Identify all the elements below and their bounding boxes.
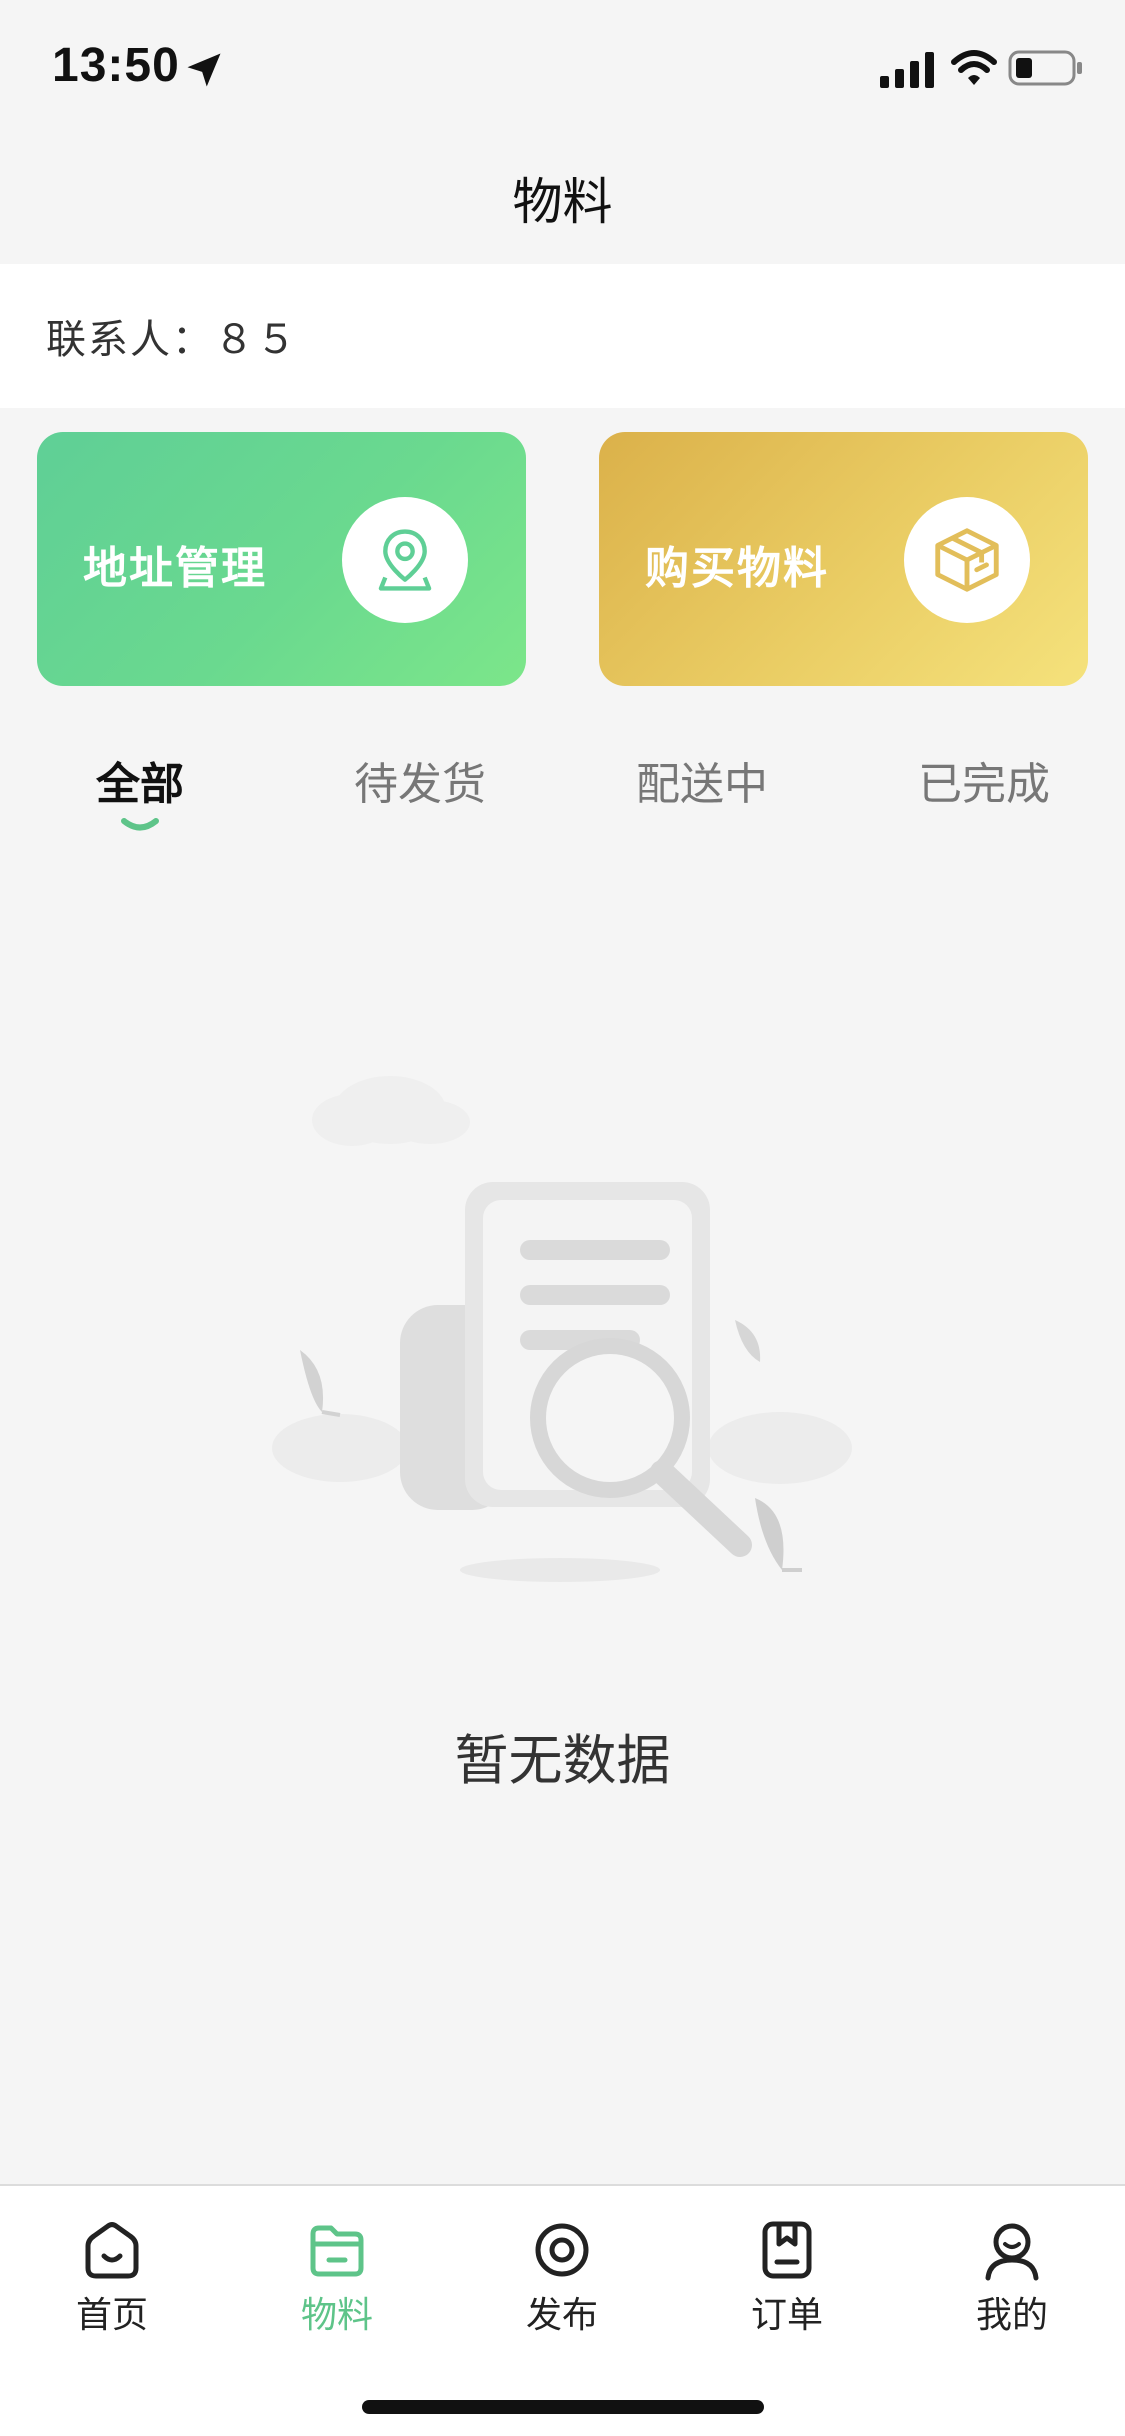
tab-pending-shipment-label: 待发货 [354,759,486,810]
battery-icon [1008,50,1082,86]
empty-state-text: 暂无数据 [454,1729,671,1792]
tab-active-indicator [121,818,159,831]
tabbar-item-home[interactable]: 首页 [32,2206,192,2336]
cloud-icon [312,1076,470,1146]
contact-bar: 联系人：８５ [0,264,1125,408]
order-status-tabs: 全部 待发货 配送中 已完成 [0,730,1125,840]
tabbar-item-profile[interactable]: 我的 [932,2206,1092,2336]
address-management-label: 地址管理 [83,543,267,594]
tabbar-item-publish[interactable]: 发布 [482,2206,642,2336]
location-arrow-icon [187,53,221,87]
tab-in-delivery[interactable]: 配送中 [622,730,782,840]
tab-pending-shipment[interactable]: 待发货 [340,730,500,840]
tabbar-item-materials[interactable]: 物料 [257,2206,417,2336]
address-management-card[interactable]: 地址管理 [37,432,526,686]
page-title: 物料 [512,173,613,231]
status-bar: 13:50 [0,0,1125,132]
contact-text: 联系人：８５ [46,317,298,363]
empty-state-illustration [272,1076,852,1582]
tabbar-item-orders[interactable]: 订单 [707,2206,867,2336]
tab-completed[interactable]: 已完成 [904,730,1064,840]
publish-icon [535,2223,589,2277]
bottom-tab-bar: 首页 物料 发布 订单 我的 [0,2184,1125,2436]
tab-completed-label: 已完成 [918,759,1050,810]
tabbar-item-materials-label: 物料 [300,2295,373,2336]
signal-icon [880,52,934,88]
box-icon [935,528,999,592]
box-icon-circle [904,497,1030,623]
tab-in-delivery-label: 配送中 [636,759,768,810]
buy-materials-card[interactable]: 购买物料 [599,432,1088,686]
nav-bar: 物料 [0,132,1125,264]
home-icon [85,2222,139,2279]
status-time: 13:50 [52,39,180,92]
tab-all[interactable]: 全部 [60,730,220,840]
location-pin-icon [378,529,432,591]
folder-icon [310,2225,364,2277]
tabbar-item-home-label: 首页 [75,2295,148,2336]
profile-icon [985,2223,1039,2281]
buy-materials-label: 购买物料 [645,543,829,594]
order-icon [762,2221,812,2279]
tabbar-item-profile-label: 我的 [975,2295,1048,2336]
tab-all-label: 全部 [96,759,184,810]
home-indicator [362,2400,764,2414]
tabbar-item-publish-label: 发布 [525,2295,598,2336]
wifi-icon [951,50,997,85]
address-icon-circle [342,497,468,623]
tabbar-item-orders-label: 订单 [750,2295,823,2336]
